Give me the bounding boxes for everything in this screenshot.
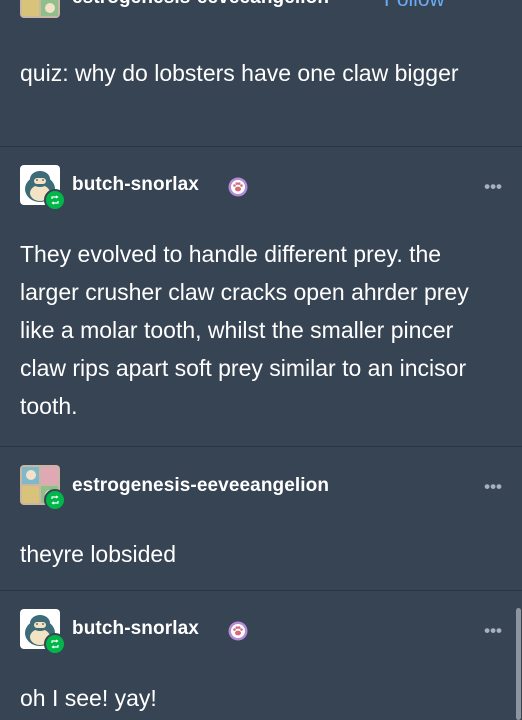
collage-avatar-icon[interactable] xyxy=(20,465,66,511)
post-text: oh I see! yay! xyxy=(20,685,157,711)
post-divider xyxy=(0,146,522,147)
post-username[interactable]: butch-snorlax xyxy=(72,618,199,640)
scrollbar[interactable] xyxy=(516,608,521,720)
collage-avatar-icon[interactable] xyxy=(20,0,60,18)
more-options-icon[interactable]: ••• xyxy=(484,622,502,639)
snorlax-avatar-icon[interactable] xyxy=(20,165,66,211)
post-text: They evolved to handle different prey. t… xyxy=(20,241,469,419)
post-text: quiz: why do lobsters have one claw bigg… xyxy=(20,60,459,86)
post-divider xyxy=(0,446,522,447)
reblog-icon xyxy=(44,489,66,511)
post-username[interactable]: butch-snorlax xyxy=(72,174,199,196)
reblog-icon xyxy=(44,189,66,211)
post-username[interactable]: estrogenesis-eeveeangelion xyxy=(72,475,329,497)
more-options-icon[interactable]: ••• xyxy=(484,178,502,195)
post-header: butch-snorlax ••• xyxy=(0,165,522,211)
paw-badge-icon xyxy=(228,621,248,641)
post-header: estrogenesis-eeveeangelion Follow ••• xyxy=(0,0,522,22)
follow-button[interactable]: Follow xyxy=(384,0,445,12)
more-options-icon[interactable]: ••• xyxy=(484,478,502,495)
post-username[interactable]: estrogenesis-eeveeangelion xyxy=(72,0,329,9)
paw-badge-icon xyxy=(228,177,248,197)
post-divider xyxy=(0,590,522,591)
reblog-icon xyxy=(44,633,66,655)
snorlax-avatar-icon[interactable] xyxy=(20,609,66,655)
post-header: butch-snorlax ••• xyxy=(0,609,522,655)
post-header: estrogenesis-eeveeangelion ••• xyxy=(0,465,522,511)
post-text: theyre lobsided xyxy=(20,541,176,567)
